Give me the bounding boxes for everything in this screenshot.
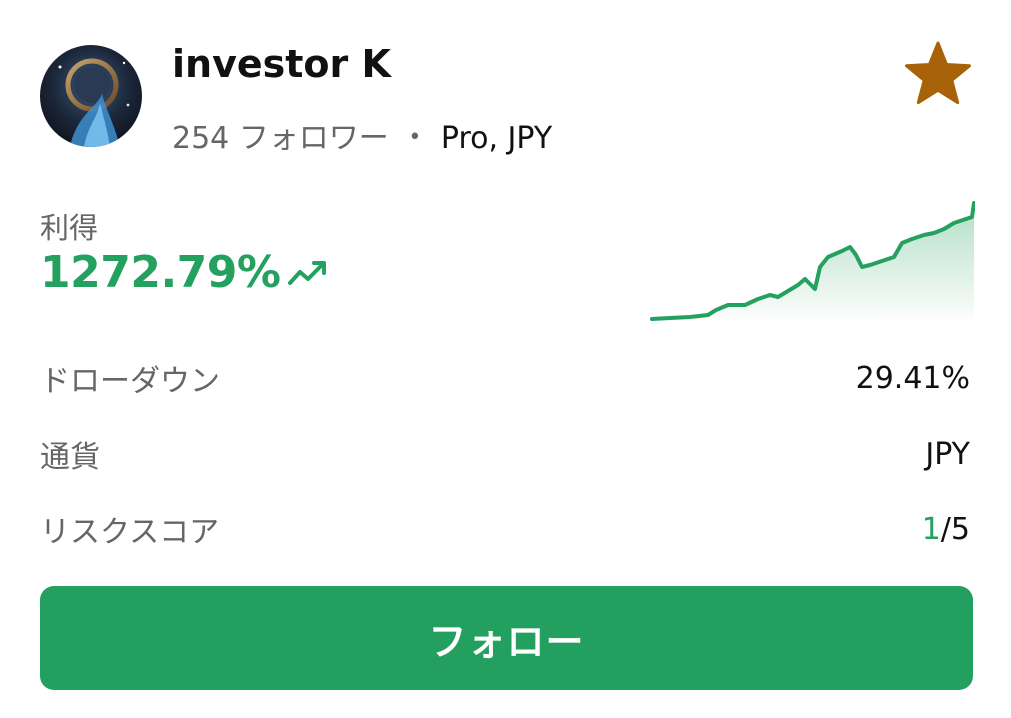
meta-separator: • (408, 125, 422, 150)
risk-score-value: 1/5 (922, 512, 970, 547)
trader-meta: 254 フォロワー • Pro, JPY (172, 113, 552, 157)
risk-score: 1 (921, 511, 941, 547)
follow-button[interactable]: フォロー (40, 586, 973, 690)
star-icon[interactable] (903, 41, 973, 107)
avatar[interactable] (40, 45, 142, 147)
trending-up-icon (287, 260, 326, 285)
followers-label: フォロワー (238, 121, 389, 156)
profit-label: 利得 (40, 211, 99, 245)
currency-row: 通貨 JPY (40, 432, 970, 476)
plan-label: Pro, JPY (440, 121, 553, 156)
currency-label: 通貨 (40, 440, 100, 475)
drawdown-label: ドローダウン (40, 364, 220, 399)
drawdown-row: ドローダウン 29.41% (40, 356, 970, 400)
profit-sparkline (650, 201, 975, 325)
profit-value-group: 1272.79% (40, 247, 329, 298)
risk-score-row: リスクスコア 1/5 (40, 507, 970, 551)
profit-value: 1272.79% (40, 247, 281, 298)
drawdown-value: 29.41% (855, 360, 970, 396)
trader-name: investor K (172, 42, 391, 86)
risk-score-max: /5 (940, 511, 970, 547)
currency-value: JPY (925, 436, 970, 472)
risk-score-label: リスクスコア (40, 515, 220, 550)
follower-count: 254 (172, 121, 230, 156)
trader-card[interactable]: investor K 254 フォロワー • Pro, JPY 利得 1272.… (0, 0, 1011, 718)
